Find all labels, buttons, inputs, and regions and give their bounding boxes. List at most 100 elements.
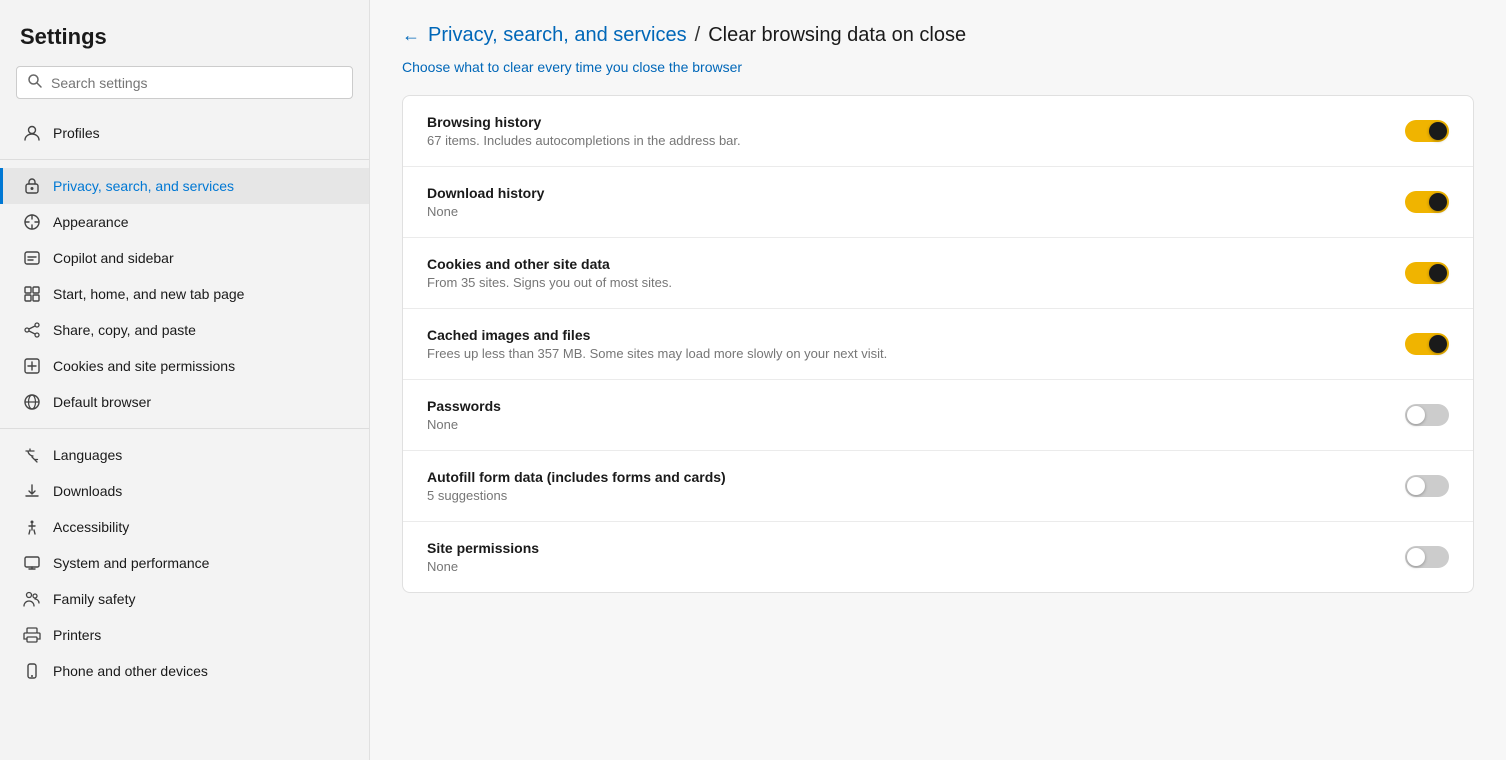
app-title: Settings	[0, 16, 369, 66]
sidebar-item-phone[interactable]: Phone and other devices	[0, 653, 369, 689]
breadcrumb: ← Privacy, search, and services / Clear …	[402, 24, 1474, 47]
page-subtitle: Choose what to clear every time you clos…	[402, 59, 1474, 75]
toggle-slider	[1405, 404, 1449, 426]
sidebar-item-label: Cookies and site permissions	[53, 358, 235, 374]
toggle-autofill[interactable]	[1405, 475, 1449, 497]
back-button[interactable]: ←	[402, 25, 420, 46]
main-content: ← Privacy, search, and services / Clear …	[370, 0, 1506, 760]
nav-divider	[0, 159, 369, 160]
sidebar-item-label: Printers	[53, 627, 101, 643]
sidebar-item-label: Family safety	[53, 591, 135, 607]
system-icon	[23, 554, 41, 572]
sidebar-item-label: Phone and other devices	[53, 663, 208, 679]
setting-title: Site permissions	[427, 540, 1405, 556]
setting-info: Cookies and other site data From 35 sites…	[427, 256, 1405, 290]
sidebar-item-system[interactable]: System and performance	[0, 545, 369, 581]
nav-list: Profiles Privacy, search, and services App…	[0, 115, 369, 689]
breadcrumb-parent[interactable]: Privacy, search, and services	[428, 24, 687, 47]
sidebar-item-copilot[interactable]: Copilot and sidebar	[0, 240, 369, 276]
setting-title: Download history	[427, 185, 1405, 201]
setting-title: Passwords	[427, 398, 1405, 414]
download-icon	[23, 482, 41, 500]
search-icon	[27, 73, 43, 92]
sidebar: Settings Profiles Privacy, search, and se…	[0, 0, 370, 760]
sidebar-item-profiles[interactable]: Profiles	[0, 115, 369, 151]
sidebar-item-accessibility[interactable]: Accessibility	[0, 509, 369, 545]
setting-desc: From 35 sites. Signs you out of most sit…	[427, 275, 1405, 290]
subtitle-after: every time you close the browser	[534, 59, 743, 75]
breadcrumb-current: Clear browsing data on close	[708, 24, 966, 47]
sidebar-item-languages[interactable]: Languages	[0, 437, 369, 473]
sidebar-item-label: Languages	[53, 447, 122, 463]
appearance-icon	[23, 213, 41, 231]
sidebar-item-family[interactable]: Family safety	[0, 581, 369, 617]
setting-desc: 67 items. Includes autocompletions in th…	[427, 133, 1405, 148]
sidebar-item-cookies[interactable]: Cookies and site permissions	[0, 348, 369, 384]
toggle-slider	[1405, 191, 1449, 213]
toggle-slider	[1405, 546, 1449, 568]
sidebar-item-share[interactable]: Share, copy, and paste	[0, 312, 369, 348]
sidebar-item-privacy[interactable]: Privacy, search, and services	[0, 168, 369, 204]
sidebar-item-label: Share, copy, and paste	[53, 322, 196, 338]
toggle-slider	[1405, 120, 1449, 142]
setting-row-autofill: Autofill form data (includes forms and c…	[403, 451, 1473, 522]
setting-row-browsing-history: Browsing history 67 items. Includes autoc…	[403, 96, 1473, 167]
toggle-slider	[1405, 262, 1449, 284]
sidebar-item-start[interactable]: Start, home, and new tab page	[0, 276, 369, 312]
setting-info: Download history None	[427, 185, 1405, 219]
setting-info: Site permissionsNone	[427, 540, 1405, 574]
setting-row-download-history: Download history None	[403, 167, 1473, 238]
toggle-site-permissions[interactable]	[1405, 546, 1449, 568]
cookies-icon	[23, 357, 41, 375]
toggle-passwords[interactable]	[1405, 404, 1449, 426]
sidebar-item-label: Accessibility	[53, 519, 129, 535]
setting-title: Cookies and other site data	[427, 256, 1405, 272]
accessibility-icon	[23, 518, 41, 536]
sidebar-item-label: Start, home, and new tab page	[53, 286, 244, 302]
sidebar-item-printers[interactable]: Printers	[0, 617, 369, 653]
setting-title: Browsing history	[427, 114, 1405, 130]
setting-info: Browsing history 67 items. Includes autoc…	[427, 114, 1405, 148]
setting-desc: None	[427, 417, 1405, 432]
sidebar-item-label: Privacy, search, and services	[53, 178, 234, 194]
toggle-cookies-site-data[interactable]	[1405, 262, 1449, 284]
setting-desc: 5 suggestions	[427, 488, 1405, 503]
setting-info: Autofill form data (includes forms and c…	[427, 469, 1405, 503]
profile-icon	[23, 124, 41, 142]
sidebar-item-label: Downloads	[53, 483, 122, 499]
setting-desc: None	[427, 204, 1405, 219]
sidebar-item-label: Appearance	[53, 214, 129, 230]
family-icon	[23, 590, 41, 608]
sidebar-item-default-browser[interactable]: Default browser	[0, 384, 369, 420]
setting-row-site-permissions: Site permissionsNone	[403, 522, 1473, 592]
privacy-icon	[23, 177, 41, 195]
toggle-browsing-history[interactable]	[1405, 120, 1449, 142]
setting-info: Passwords None	[427, 398, 1405, 432]
nav-divider	[0, 428, 369, 429]
setting-title: Autofill form data (includes forms and c…	[427, 469, 1405, 485]
share-icon	[23, 321, 41, 339]
setting-desc: Frees up less than 357 MB. Some sites ma…	[427, 346, 1405, 361]
sidebar-item-label: System and performance	[53, 555, 209, 571]
browser-icon	[23, 393, 41, 411]
sidebar-item-label: Default browser	[53, 394, 151, 410]
toggle-slider	[1405, 475, 1449, 497]
search-box[interactable]	[16, 66, 353, 99]
toggle-slider	[1405, 333, 1449, 355]
copilot-icon	[23, 249, 41, 267]
settings-card: Browsing history 67 items. Includes autoc…	[402, 95, 1474, 593]
toggle-cached-images[interactable]	[1405, 333, 1449, 355]
sidebar-item-label: Profiles	[53, 125, 100, 141]
setting-row-cached-images: Cached images and files Frees up less tha…	[403, 309, 1473, 380]
start-icon	[23, 285, 41, 303]
setting-row-passwords: Passwords None	[403, 380, 1473, 451]
sidebar-item-label: Copilot and sidebar	[53, 250, 174, 266]
language-icon	[23, 446, 41, 464]
search-input[interactable]	[51, 75, 342, 91]
setting-title: Cached images and files	[427, 327, 1405, 343]
subtitle-before: Choose	[402, 59, 454, 75]
toggle-download-history[interactable]	[1405, 191, 1449, 213]
subtitle-link[interactable]: what to clear	[454, 59, 533, 75]
sidebar-item-appearance[interactable]: Appearance	[0, 204, 369, 240]
sidebar-item-downloads[interactable]: Downloads	[0, 473, 369, 509]
